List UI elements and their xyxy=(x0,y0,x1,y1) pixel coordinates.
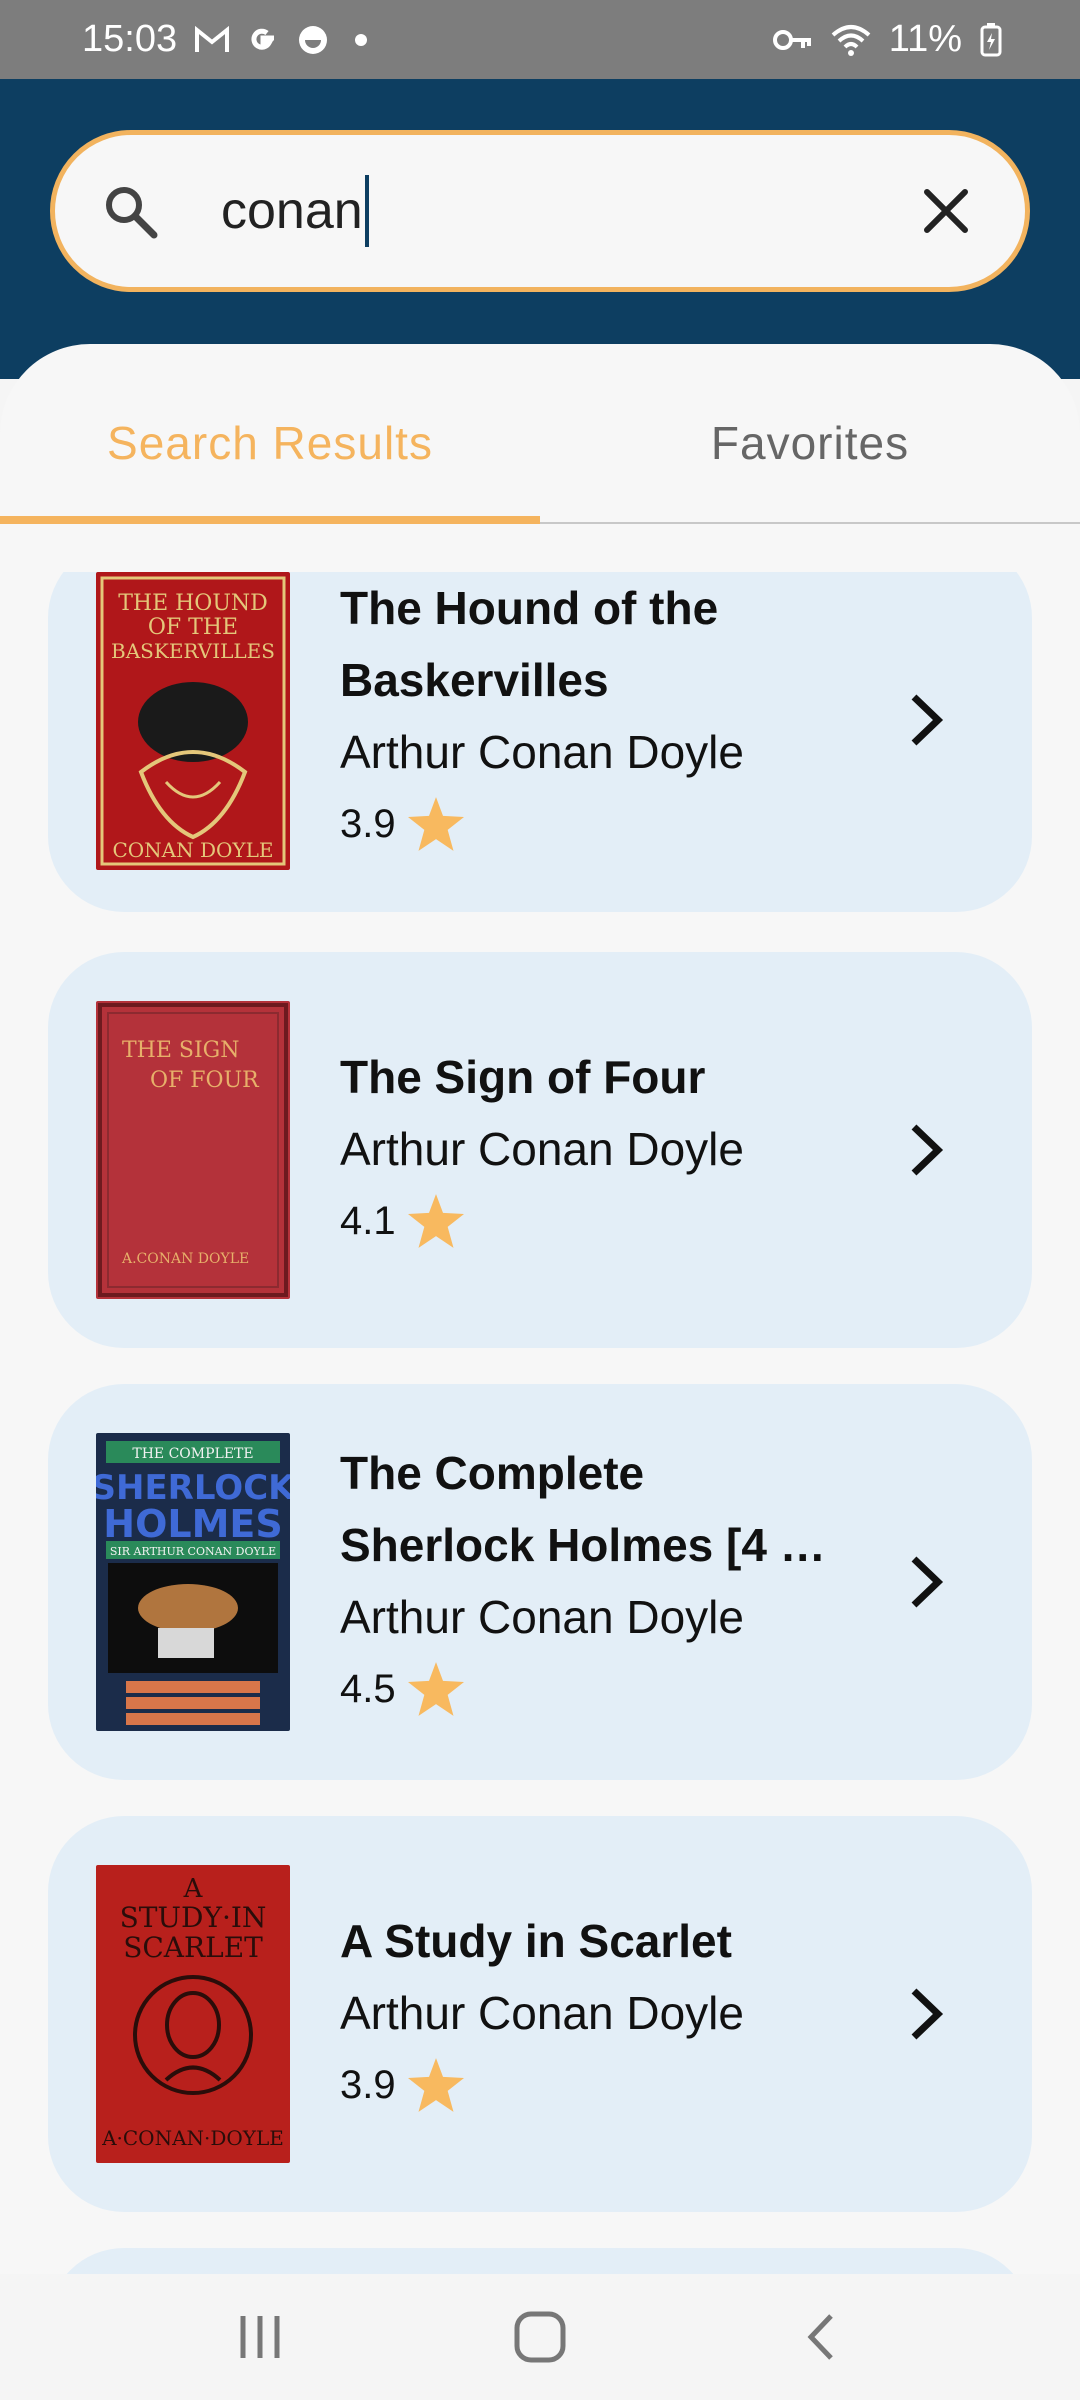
book-author: Arthur Conan Doyle xyxy=(340,726,744,778)
battery-percent: 11% xyxy=(888,18,962,60)
search-bar[interactable]: conan xyxy=(50,130,1030,292)
book-info: The Complete Sherlock Holmes [4 … Arthur… xyxy=(340,1437,892,1725)
book-rating: 3.9 xyxy=(340,788,892,860)
close-icon xyxy=(924,189,968,233)
book-author: Arthur Conan Doyle xyxy=(340,1987,744,2039)
book-title: The Hound of the Baskervilles xyxy=(340,572,892,716)
book-title-line: Sherlock Holmes [4 … xyxy=(340,1519,826,1571)
book-title-line: The Complete xyxy=(340,1447,645,1499)
chevron-right-icon xyxy=(896,1120,956,1180)
app-icon xyxy=(297,24,329,56)
book-rating: 4.1 xyxy=(340,1185,892,1257)
book-cover: THE HOUND OF THE BASKERVILLES CONAN DOYL… xyxy=(96,572,290,870)
battery-icon xyxy=(980,22,1002,57)
recent-apps-button[interactable] xyxy=(220,2297,300,2377)
book-cover: A STUDY·IN SCARLET A·CONAN·DOYLE xyxy=(96,1865,290,2163)
book-card[interactable]: A STUDY·IN SCARLET A·CONAN·DOYLE A Study… xyxy=(48,1816,1032,2212)
book-info: The Hound of the Baskervilles Arthur Con… xyxy=(340,572,892,860)
book-title: The Sign of Four xyxy=(340,1051,706,1103)
svg-text:THE SIGN: THE SIGN xyxy=(122,1038,240,1063)
gmail-icon xyxy=(195,25,230,54)
google-icon xyxy=(247,24,279,56)
rating-value: 4.1 xyxy=(340,1199,396,1243)
book-title-line: Baskervilles xyxy=(340,654,609,706)
tab-bar: Search Results Favorites xyxy=(0,344,1080,524)
book-author: Arthur Conan Doyle xyxy=(340,1123,744,1175)
chevron-right-icon xyxy=(896,1552,956,1612)
book-cover: THE SIGN OF FOUR A.CONAN DOYLE xyxy=(96,1001,290,1299)
back-icon xyxy=(807,2314,833,2360)
tab-favorites-label: Favorites xyxy=(710,417,910,469)
svg-text:THE COMPLETE: THE COMPLETE xyxy=(132,1446,253,1462)
vpn-key-icon xyxy=(772,28,813,52)
rating-value: 3.9 xyxy=(340,2063,396,2107)
svg-text:CONAN DOYLE: CONAN DOYLE xyxy=(112,838,273,862)
search-icon xyxy=(95,176,165,246)
chevron-right-icon xyxy=(896,1984,956,2044)
home-button[interactable] xyxy=(500,2297,580,2377)
status-left: 15:03 xyxy=(82,18,368,61)
search-input-value: conan xyxy=(221,182,363,240)
status-time: 15:03 xyxy=(82,18,178,60)
star-icon xyxy=(407,797,464,851)
book-info: The Sign of Four Arthur Conan Doyle 4.1 xyxy=(340,1041,892,1257)
system-nav-bar xyxy=(0,2274,1080,2400)
svg-text:BASKERVILLES: BASKERVILLES xyxy=(111,639,275,663)
recent-apps-icon xyxy=(240,2316,280,2358)
book-title: The Complete Sherlock Holmes [4 … xyxy=(340,1437,892,1581)
svg-text:HOLMES: HOLMES xyxy=(103,1502,282,1546)
results-list: THE HOUND OF THE BASKERVILLES CONAN DOYL… xyxy=(0,572,1080,2274)
search-input[interactable]: conan xyxy=(221,175,911,247)
svg-text:A.CONAN DOYLE: A.CONAN DOYLE xyxy=(121,1251,249,1267)
book-info: A Study in Scarlet Arthur Conan Doyle 3.… xyxy=(340,1905,892,2121)
svg-text:STUDY·IN: STUDY·IN xyxy=(120,1901,267,1934)
wifi-icon xyxy=(831,23,871,57)
tab-search-results-label: Search Results xyxy=(107,417,433,469)
book-rating: 4.5 xyxy=(340,1653,892,1725)
svg-text:SCARLET: SCARLET xyxy=(123,1931,263,1964)
chevron-right-icon xyxy=(896,690,956,750)
book-title-line: The Hound of the xyxy=(340,582,719,634)
svg-text:SIR ARTHUR CONAN DOYLE: SIR ARTHUR CONAN DOYLE xyxy=(110,1545,276,1558)
book-card[interactable]: THE HOUND OF THE BASKERVILLES CONAN DOYL… xyxy=(48,572,1032,912)
content-sheet: Search Results Favorites THE HOUND OF TH… xyxy=(0,344,1080,2274)
book-cover: THE COMPLETE SHERLOCK HOLMES SIR ARTHUR … xyxy=(96,1433,290,1731)
book-card[interactable] xyxy=(48,2248,1032,2274)
svg-text:THE HOUND: THE HOUND xyxy=(118,591,268,616)
book-card[interactable]: THE SIGN OF FOUR A.CONAN DOYLE The Sign … xyxy=(48,952,1032,1348)
svg-text:A·CONAN·DOYLE: A·CONAN·DOYLE xyxy=(101,2126,284,2150)
rating-value: 3.9 xyxy=(340,802,396,846)
svg-text:OF FOUR: OF FOUR xyxy=(150,1068,260,1093)
tab-favorites[interactable]: Favorites xyxy=(540,344,1080,522)
svg-text:OF THE: OF THE xyxy=(148,615,238,640)
book-rating: 3.9 xyxy=(340,2049,892,2121)
book-title: A Study in Scarlet xyxy=(340,1915,732,1967)
back-button[interactable] xyxy=(780,2297,860,2377)
clear-search-button[interactable] xyxy=(911,176,981,246)
home-icon xyxy=(514,2311,566,2363)
star-icon xyxy=(407,2058,464,2112)
book-author: Arthur Conan Doyle xyxy=(340,1591,744,1643)
notification-dot-icon xyxy=(355,33,368,46)
text-caret xyxy=(364,175,369,247)
status-bar: 15:03 11% xyxy=(0,0,1080,79)
rating-value: 4.5 xyxy=(340,1667,396,1711)
book-card[interactable]: THE COMPLETE SHERLOCK HOLMES SIR ARTHUR … xyxy=(48,1384,1032,1780)
svg-text:A: A xyxy=(183,1874,204,1904)
tab-search-results[interactable]: Search Results xyxy=(0,344,540,524)
status-right: 11% xyxy=(772,18,1002,61)
star-icon xyxy=(407,1194,464,1248)
star-icon xyxy=(407,1662,464,1716)
